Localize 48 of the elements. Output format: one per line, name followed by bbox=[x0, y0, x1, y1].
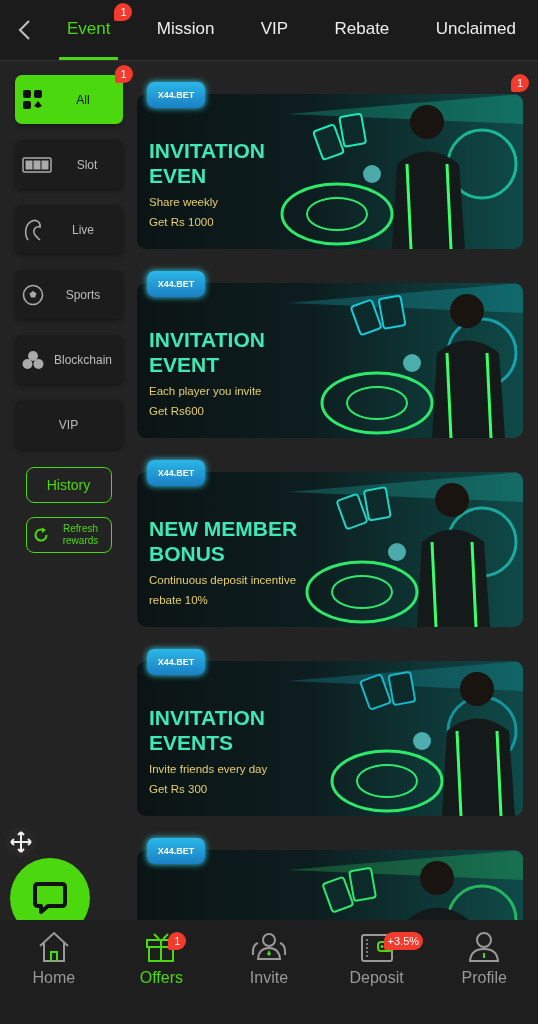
chat-button[interactable] bbox=[10, 858, 90, 920]
nav-item[interactable]: Invite bbox=[224, 930, 314, 988]
nav-item[interactable]: Home bbox=[8, 930, 99, 988]
category-item[interactable]: Sports bbox=[14, 270, 123, 319]
banner-subtitle: Get Rs 1000 bbox=[149, 215, 215, 230]
banner-title: INVITATION EVENT bbox=[149, 327, 266, 377]
grid-icon bbox=[21, 88, 44, 111]
refresh-icon bbox=[32, 527, 49, 543]
notification-badge: +3.5% bbox=[383, 932, 424, 950]
chat-icon bbox=[32, 880, 68, 916]
brand-tag: X44.BET bbox=[147, 271, 205, 297]
tab[interactable]: VIP bbox=[252, 0, 297, 60]
category-item[interactable]: VIP bbox=[14, 400, 123, 449]
history-button[interactable]: History bbox=[25, 467, 112, 503]
category-item[interactable]: Live bbox=[14, 205, 123, 254]
brand-tag: X44.BET bbox=[147, 649, 205, 675]
banner-subtitle: rebate 10% bbox=[149, 593, 209, 608]
tab[interactable]: Unclaimed bbox=[427, 0, 524, 60]
banner-subtitle: Invite friends every day bbox=[149, 762, 269, 777]
banner-title: NEW MEMBER BONUS bbox=[149, 516, 299, 566]
banner-title: INVITATION EVENTS bbox=[149, 705, 266, 755]
soccer-ball-icon bbox=[21, 283, 44, 306]
move-handle-icon[interactable] bbox=[6, 827, 36, 857]
banner-subtitle: Each player you invite bbox=[149, 384, 263, 399]
category-item[interactable]: Blockchain bbox=[14, 335, 123, 384]
banner-title: INVITATION EVEN bbox=[149, 138, 266, 188]
category-item[interactable]: Slot bbox=[14, 140, 123, 189]
banner-subtitle: Continuous deposit incentive bbox=[149, 573, 298, 588]
banner-subtitle: Get Rs 300 bbox=[149, 782, 209, 797]
profile-icon bbox=[467, 931, 502, 963]
notification-badge: 1 bbox=[168, 932, 187, 950]
banner-subtitle: Share weekly bbox=[149, 195, 220, 210]
brand-tag: X44.BET bbox=[147, 82, 205, 108]
brand-tag: X44.BET bbox=[147, 460, 205, 486]
blockchain-icon bbox=[21, 349, 44, 370]
notification-badge: 1 bbox=[511, 74, 529, 92]
back-icon[interactable] bbox=[17, 19, 31, 41]
refresh-rewards-button[interactable]: Refresh rewards bbox=[25, 517, 112, 553]
banner-subtitle: Get Rs600 bbox=[149, 404, 205, 419]
slot-icon bbox=[21, 156, 52, 173]
tab[interactable]: Rebate bbox=[326, 0, 398, 60]
category-item[interactable]: All bbox=[14, 75, 123, 124]
tab[interactable]: Mission bbox=[148, 0, 223, 60]
people-icon bbox=[251, 931, 287, 963]
notification-badge: 1 bbox=[114, 3, 133, 21]
notification-badge: 1 bbox=[114, 65, 133, 83]
nav-item[interactable]: Profile bbox=[439, 930, 530, 988]
brand-tag: X44.BET bbox=[147, 838, 205, 864]
